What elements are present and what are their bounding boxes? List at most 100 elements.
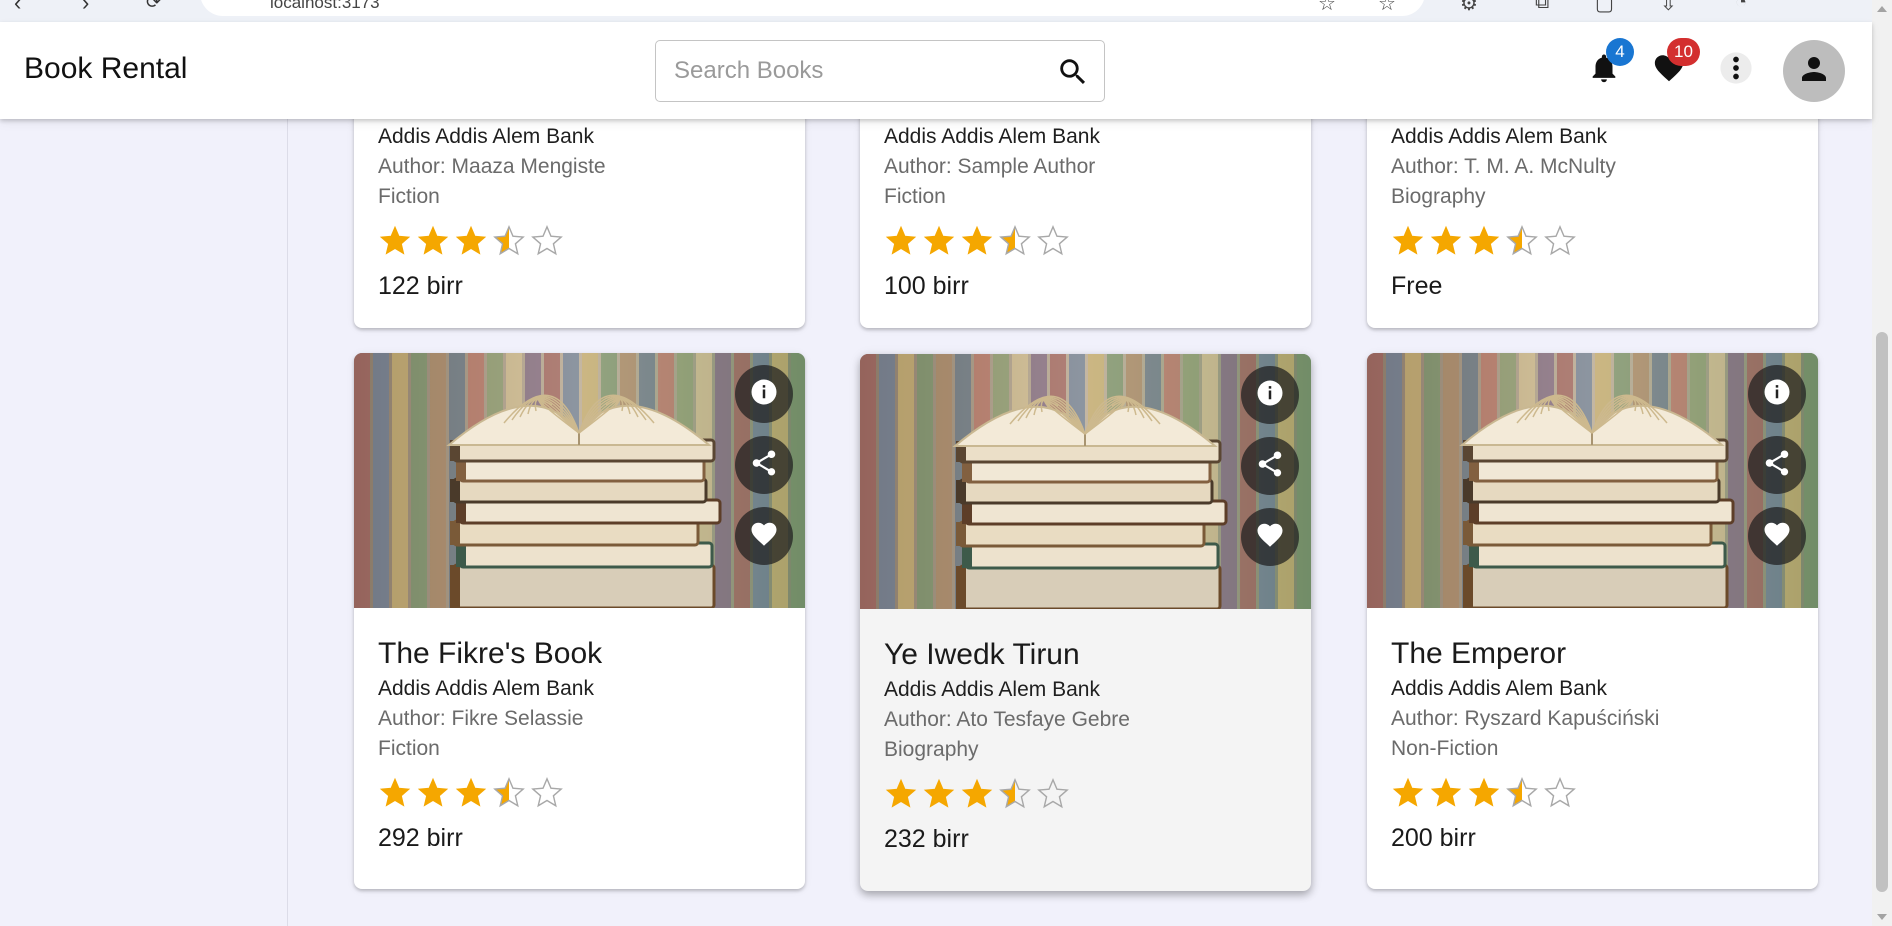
favorites-badge: 10	[1667, 38, 1700, 66]
favorite-button[interactable]	[1748, 507, 1806, 565]
info-button[interactable]	[1748, 365, 1806, 423]
star-icon	[530, 776, 564, 812]
star-icon	[454, 776, 488, 812]
scroll-up-arrow[interactable]	[1877, 6, 1887, 12]
star-icon	[416, 776, 450, 812]
star-icon	[378, 776, 412, 812]
info-button[interactable]	[1241, 366, 1299, 424]
rating-stars	[1391, 224, 1794, 260]
star-icon	[922, 777, 956, 813]
book-card[interactable]: The Emperor Addis Addis Alem Bank Author…	[1367, 353, 1818, 889]
account-avatar[interactable]	[1783, 40, 1845, 102]
book-title[interactable]: Ye Iwedk Tirun	[884, 637, 1287, 673]
star-icon	[416, 224, 450, 260]
star-icon	[1467, 776, 1501, 812]
book-author: Author: Ryszard Kapuściński	[1391, 707, 1660, 730]
share-button[interactable]	[1241, 437, 1299, 495]
forward-icon[interactable]: ›	[82, 0, 89, 16]
reload-icon[interactable]: ⟳	[146, 0, 161, 13]
address-bar-url[interactable]: localhost:3173	[270, 0, 380, 13]
star-icon	[884, 777, 918, 813]
star-icon	[492, 224, 526, 260]
star-icon	[998, 224, 1032, 260]
notifications-button[interactable]: 4	[1578, 38, 1634, 96]
notifications-badge: 4	[1606, 38, 1634, 66]
book-publisher: Addis Addis Alem Bank	[1391, 677, 1607, 700]
favorite-button[interactable]	[1241, 508, 1299, 566]
bookmark-star-icon[interactable]: ☆	[1318, 0, 1336, 16]
book-genre: Fiction	[884, 185, 946, 208]
star-icon	[998, 777, 1032, 813]
book-publisher: Addis Addis Alem Bank	[884, 678, 1100, 701]
star-icon	[1036, 777, 1070, 813]
rating-stars	[378, 776, 781, 812]
app-title[interactable]: Book Rental	[24, 52, 187, 86]
search-input[interactable]	[674, 55, 1034, 87]
book-genre: Fiction	[378, 185, 440, 208]
star-icon	[884, 224, 918, 260]
star-icon	[1467, 224, 1501, 260]
address-bar[interactable]	[200, 0, 1425, 16]
book-price: 122 birr	[378, 272, 463, 300]
book-card[interactable]: The Fikre's Book Addis Addis Alem Bank A…	[354, 353, 805, 889]
star-icon	[1036, 224, 1070, 260]
book-publisher: Addis Addis Alem Bank	[378, 125, 594, 148]
book-price: 292 birr	[378, 824, 463, 852]
person-icon	[1796, 51, 1832, 92]
scroll-down-arrow[interactable]	[1877, 914, 1887, 920]
share-button[interactable]	[1748, 436, 1806, 494]
search-icon[interactable]	[1056, 55, 1090, 89]
star-icon	[492, 776, 526, 812]
star-icon	[454, 224, 488, 260]
share-icon	[1762, 448, 1792, 483]
book-title[interactable]: The Emperor	[1391, 636, 1794, 672]
split-screen-icon[interactable]: ⧉	[1535, 0, 1549, 14]
book-author: Author: Sample Author	[884, 155, 1096, 178]
more-options-button[interactable]	[1710, 44, 1762, 96]
book-author: Author: Ato Tesfaye Gebre	[884, 708, 1130, 731]
heart-icon	[1255, 520, 1285, 555]
rating-stars	[378, 224, 781, 260]
book-card[interactable]: Ye Iwedk Tirun Addis Addis Alem Bank Aut…	[860, 354, 1311, 891]
page-scrollbar[interactable]	[1872, 0, 1892, 926]
more-vert-icon	[1719, 51, 1753, 90]
rating-stars	[884, 224, 1287, 260]
scrollbar-thumb[interactable]	[1876, 332, 1888, 892]
share-icon	[1255, 449, 1285, 484]
collections-icon[interactable]: ▢	[1595, 0, 1614, 16]
downloads-icon[interactable]: ⇩	[1660, 0, 1677, 16]
info-button[interactable]	[735, 365, 793, 423]
star-icon	[378, 224, 412, 260]
browser-essentials-icon[interactable]: ◔	[1735, 0, 1747, 14]
info-icon	[1255, 378, 1285, 413]
book-author: Author: T. M. A. McNulty	[1391, 155, 1616, 178]
star-icon	[1429, 224, 1463, 260]
heart-icon	[749, 519, 779, 554]
book-publisher: Addis Addis Alem Bank	[378, 677, 594, 700]
sidebar	[0, 119, 288, 926]
book-title[interactable]: The Fikre's Book	[378, 636, 781, 672]
star-icon	[960, 777, 994, 813]
extensions-icon[interactable]: ⚙	[1460, 0, 1478, 16]
favorites-button[interactable]: 10	[1643, 38, 1700, 96]
book-author: Author: Fikre Selassie	[378, 707, 584, 730]
star-icon	[922, 224, 956, 260]
favorite-button[interactable]	[735, 507, 793, 565]
rating-stars	[884, 777, 1287, 813]
book-author: Author: Maaza Mengiste	[378, 155, 606, 178]
rating-stars	[1391, 776, 1794, 812]
star-icon	[530, 224, 564, 260]
star-icon	[1429, 776, 1463, 812]
share-button[interactable]	[735, 436, 793, 494]
back-icon[interactable]: ‹	[14, 0, 21, 16]
browser-toolbar: ‹ › ⟳ localhost:3173 ☆ ☆ ⚙ ⧉ ▢ ⇩ ◔	[0, 0, 1872, 22]
star-icon	[1391, 776, 1425, 812]
heart-icon	[1762, 519, 1792, 554]
book-genre: Biography	[884, 738, 979, 761]
favorites-star-icon[interactable]: ☆	[1378, 0, 1396, 16]
star-icon	[1543, 776, 1577, 812]
book-price: 200 birr	[1391, 824, 1476, 852]
app-header: Book Rental 4 10	[0, 22, 1872, 119]
book-genre: Non-Fiction	[1391, 737, 1499, 760]
search-field[interactable]	[655, 40, 1105, 102]
